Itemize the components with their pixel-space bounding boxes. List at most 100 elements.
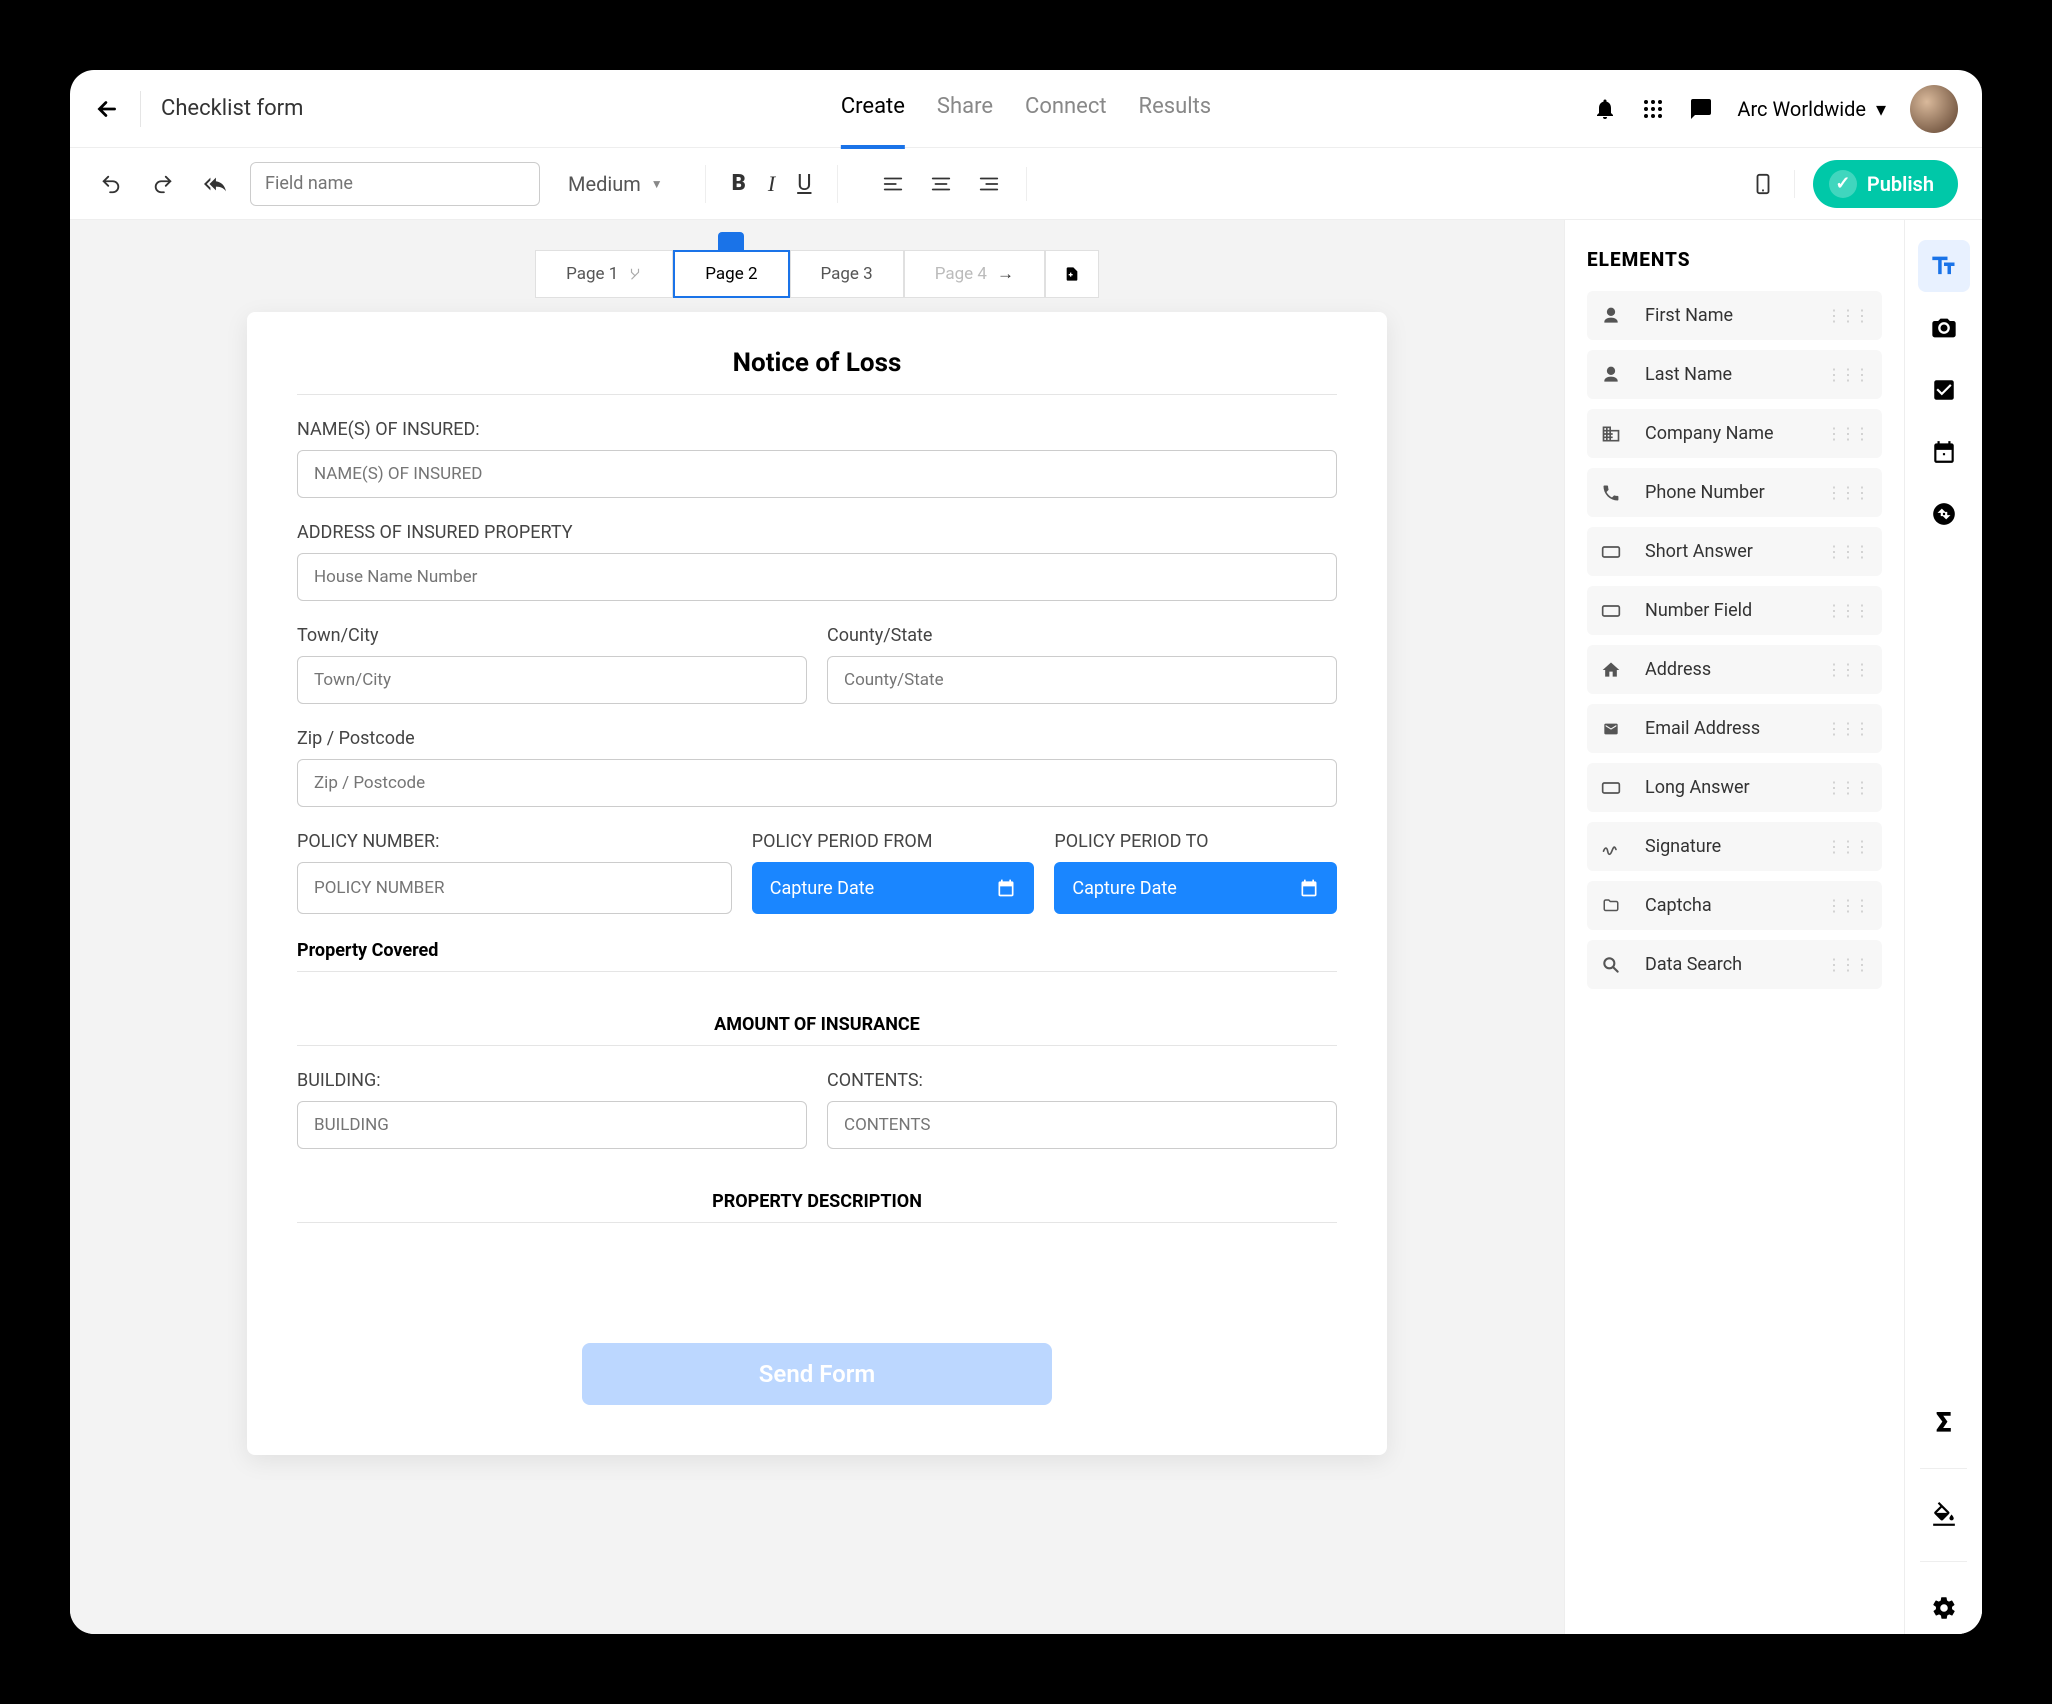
element-phone[interactable]: Phone Number ⋮⋮⋮ (1587, 468, 1882, 517)
element-data-search[interactable]: Data Search ⋮⋮⋮ (1587, 940, 1882, 989)
element-last-name[interactable]: Last Name ⋮⋮⋮ (1587, 350, 1882, 399)
short-answer-icon (1601, 545, 1627, 559)
underline-icon[interactable]: U (791, 165, 817, 203)
tab-connect[interactable]: Connect (1025, 70, 1107, 149)
form-card: Notice of Loss NAME(S) OF INSURED: ADDRE… (247, 312, 1387, 1455)
size-select[interactable]: Medium ▼ (558, 172, 687, 196)
label-town: Town/City (297, 625, 807, 646)
signature-icon (1601, 837, 1627, 857)
date-from-button[interactable]: Capture Date (752, 862, 1035, 914)
pages-bar: Page 1 Page 2 Page 3 Page 4 → (70, 250, 1564, 298)
arrow-right-icon: → (997, 264, 1014, 284)
tab-results[interactable]: Results (1139, 70, 1212, 149)
label-policy-from: POLICY PERIOD FROM (752, 831, 1035, 852)
person-icon (1601, 306, 1627, 326)
elements-title: ELEMENTS (1587, 248, 1882, 271)
element-short-answer[interactable]: Short Answer ⋮⋮⋮ (1587, 527, 1882, 576)
input-names-insured[interactable] (297, 450, 1337, 498)
element-long-answer[interactable]: Long Answer ⋮⋮⋮ (1587, 763, 1882, 812)
publish-label: Publish (1867, 172, 1934, 196)
italic-icon[interactable]: I (762, 165, 781, 203)
chat-icon[interactable] (1689, 97, 1713, 121)
nav-tabs: Create Share Connect Results (841, 70, 1211, 149)
fieldname-input[interactable] (250, 162, 540, 206)
redo-icon[interactable] (146, 167, 180, 201)
app-frame: Checklist form Create Share Connect Resu… (70, 70, 1982, 1634)
element-first-name[interactable]: First Name ⋮⋮⋮ (1587, 291, 1882, 340)
element-signature[interactable]: Signature ⋮⋮⋮ (1587, 822, 1882, 871)
rail-calendar-icon[interactable] (1918, 426, 1970, 478)
check-circle-icon: ✓ (1829, 170, 1857, 198)
calendar-icon (1299, 878, 1319, 898)
page-label: Page 1 (566, 264, 618, 284)
input-town[interactable] (297, 656, 807, 704)
label-policy-to: POLICY PERIOD TO (1054, 831, 1337, 852)
rail-fill-icon[interactable] (1918, 1489, 1970, 1541)
rail-sigma-icon[interactable]: Σ (1918, 1396, 1970, 1448)
notifications-icon[interactable] (1593, 97, 1617, 121)
tab-share[interactable]: Share (937, 70, 993, 149)
input-county[interactable] (827, 656, 1337, 704)
page-tab-3[interactable]: Page 3 (790, 250, 904, 298)
page-title: Checklist form (161, 96, 303, 121)
rail-text-icon[interactable] (1918, 240, 1970, 292)
element-label: Long Answer (1645, 777, 1808, 798)
search-icon (1601, 955, 1627, 975)
element-label: Company Name (1645, 423, 1808, 444)
align-group (856, 167, 1027, 201)
date-from-label: Capture Date (770, 878, 874, 899)
page-tab-1[interactable]: Page 1 (535, 250, 673, 298)
org-dropdown[interactable]: Arc Worldwide ▾ (1737, 97, 1886, 121)
toolbar: Medium ▼ B I U ✓ Publish (70, 148, 1982, 220)
element-email[interactable]: Email Address ⋮⋮⋮ (1587, 704, 1882, 753)
label-zip: Zip / Postcode (297, 728, 1337, 749)
undo-icon[interactable] (94, 167, 128, 201)
reply-all-icon[interactable] (198, 167, 232, 201)
label-policy-number: POLICY NUMBER: (297, 831, 732, 852)
align-left-icon[interactable] (876, 167, 910, 201)
bold-icon[interactable]: B (726, 165, 752, 203)
drag-handle-icon: ⋮⋮⋮ (1826, 896, 1868, 915)
add-page-icon (1064, 264, 1080, 284)
element-captcha[interactable]: Captcha ⋮⋮⋮ (1587, 881, 1882, 930)
header-right: Arc Worldwide ▾ (1593, 85, 1958, 133)
element-label: Data Search (1645, 954, 1808, 975)
input-house[interactable] (297, 553, 1337, 601)
section-amount-insurance: AMOUNT OF INSURANCE (297, 998, 1337, 1046)
element-label: Short Answer (1645, 541, 1808, 562)
add-page-button[interactable] (1045, 250, 1099, 298)
element-label: Last Name (1645, 364, 1808, 385)
align-right-icon[interactable] (972, 167, 1006, 201)
rail-camera-icon[interactable] (1918, 302, 1970, 354)
label-names-insured: NAME(S) OF INSURED: (297, 419, 1337, 440)
drag-handle-icon: ⋮⋮⋮ (1826, 660, 1868, 679)
element-label: Email Address (1645, 718, 1808, 739)
send-form-button[interactable]: Send Form (582, 1343, 1052, 1405)
back-arrow-icon[interactable] (94, 96, 120, 122)
page-tab-4[interactable]: Page 4 → (904, 250, 1045, 298)
publish-button[interactable]: ✓ Publish (1813, 160, 1958, 208)
number-field-icon (1601, 604, 1627, 618)
input-building[interactable] (297, 1101, 807, 1149)
input-zip[interactable] (297, 759, 1337, 807)
page-tab-2[interactable]: Page 2 (673, 250, 789, 298)
rail-swap-icon[interactable] (1918, 488, 1970, 540)
element-company[interactable]: Company Name ⋮⋮⋮ (1587, 409, 1882, 458)
rail-settings-icon[interactable] (1918, 1582, 1970, 1634)
drag-handle-icon: ⋮⋮⋮ (1826, 542, 1868, 561)
tab-create[interactable]: Create (841, 70, 905, 149)
element-address[interactable]: Address ⋮⋮⋮ (1587, 645, 1882, 694)
phone-icon (1601, 483, 1627, 503)
section-property-desc: PROPERTY DESCRIPTION (297, 1175, 1337, 1223)
date-to-button[interactable]: Capture Date (1054, 862, 1337, 914)
input-contents[interactable] (827, 1101, 1337, 1149)
apps-grid-icon[interactable] (1641, 97, 1665, 121)
element-label: Phone Number (1645, 482, 1808, 503)
drag-handle-icon: ⋮⋮⋮ (1826, 365, 1868, 384)
align-center-icon[interactable] (924, 167, 958, 201)
input-policy-number[interactable] (297, 862, 732, 914)
avatar[interactable] (1910, 85, 1958, 133)
rail-checkbox-icon[interactable] (1918, 364, 1970, 416)
element-number-field[interactable]: Number Field ⋮⋮⋮ (1587, 586, 1882, 635)
mobile-preview-icon[interactable] (1732, 170, 1795, 198)
